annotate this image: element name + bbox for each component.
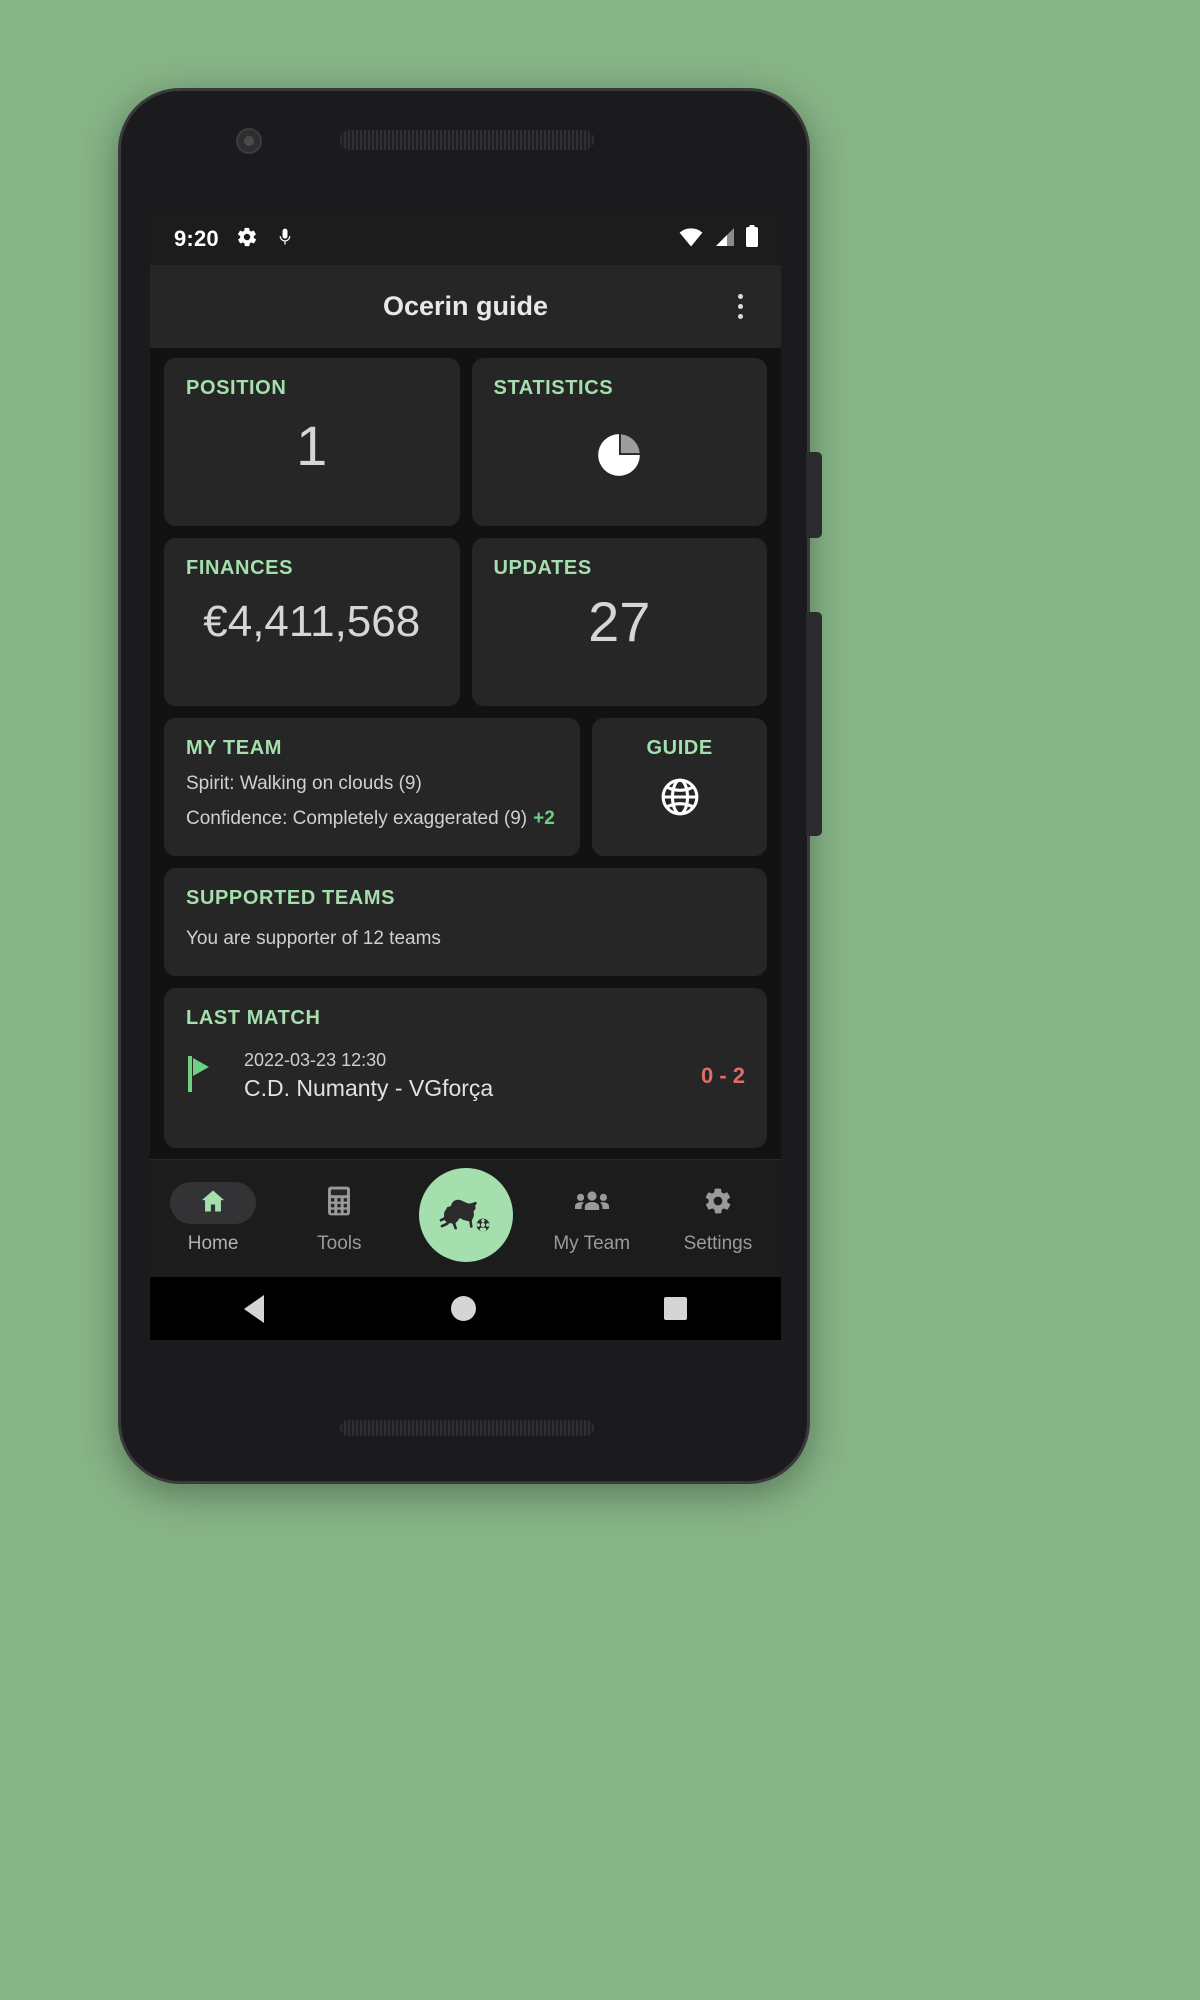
last-match-score: 0 - 2 — [700, 1063, 745, 1088]
power-button[interactable] — [806, 612, 822, 836]
nav-item-tools[interactable]: Tools — [276, 1182, 402, 1255]
status-bar: 9:20 — [150, 213, 781, 265]
bottom-navigation-bar: Home Tools My Team Settings — [150, 1159, 781, 1277]
team-confidence-line: Confidence: Completely exaggerated (9) +2 — [186, 808, 558, 830]
card-updates[interactable]: UPDATES 27 — [471, 538, 767, 706]
more-vertical-icon[interactable] — [723, 290, 757, 324]
status-bar-clock: 9:20 — [174, 226, 219, 251]
last-match-date: 2022-03-23 12:30 — [244, 1050, 387, 1070]
pie-chart-icon — [494, 406, 746, 504]
globe-icon — [658, 760, 702, 834]
card-finances[interactable]: FINANCES €4,411,568 — [164, 538, 460, 706]
confidence-delta-badge: +2 — [533, 808, 555, 829]
status-bar-right — [679, 225, 759, 253]
card-my-team-title: MY TEAM — [186, 737, 283, 759]
dashboard-content: POSITION 1 STATISTICS FINANCES €4,411,56… — [150, 348, 781, 1278]
nav-item-fab[interactable] — [402, 1167, 528, 1270]
card-last-match[interactable]: LAST MATCH 2022-03-23 12:30 C.D. Numanty… — [164, 988, 767, 1148]
wifi-icon — [679, 227, 703, 252]
nav-tools-pill — [296, 1182, 382, 1224]
dashboard-row-2: FINANCES €4,411,568 UPDATES 27 — [164, 538, 767, 706]
page-title: Ocerin guide — [382, 291, 549, 321]
status-bar-left: 9:20 — [174, 226, 295, 253]
bottom-speaker — [340, 1420, 594, 1436]
card-updates-title: UPDATES — [493, 557, 592, 579]
card-position-value: 1 — [296, 414, 328, 477]
panther-with-ball-icon[interactable] — [418, 1167, 513, 1262]
card-supported-teams[interactable]: SUPPORTED TEAMS You are supporter of 12 … — [164, 868, 767, 976]
card-finances-title: FINANCES — [186, 557, 294, 579]
card-finances-value: €4,411,568 — [203, 597, 421, 646]
overflow-dot — [737, 304, 743, 309]
card-position-title: POSITION — [186, 377, 287, 399]
back-triangle-icon[interactable] — [243, 1294, 264, 1323]
card-supported-teams-title: SUPPORTED TEAMS — [186, 887, 396, 909]
gear-icon — [236, 226, 258, 253]
nav-my-team-pill — [549, 1182, 635, 1224]
dashboard-row-4: SUPPORTED TEAMS You are supporter of 12 … — [164, 868, 767, 976]
nav-item-tools-label: Tools — [317, 1233, 362, 1254]
last-match-row[interactable]: 2022-03-23 12:30 C.D. Numanty - VGforça … — [186, 1050, 745, 1102]
card-guide[interactable]: GUIDE — [592, 718, 767, 856]
flag-icon — [186, 1052, 216, 1101]
nav-item-home-label: Home — [187, 1233, 239, 1254]
earpiece-speaker — [340, 130, 594, 150]
cellular-signal-icon — [713, 227, 735, 252]
card-my-team[interactable]: MY TEAM Spirit: Walking on clouds (9) Co… — [164, 718, 581, 856]
app-bar: Ocerin guide — [150, 265, 781, 348]
home-circle-icon[interactable] — [451, 1296, 477, 1321]
last-match-teams: C.D. Numanty - VGforça — [244, 1075, 494, 1101]
nav-settings-pill — [675, 1182, 761, 1224]
card-updates-value: 27 — [588, 590, 651, 653]
front-camera-icon — [236, 128, 262, 154]
recents-square-icon[interactable] — [664, 1297, 688, 1320]
dashboard-row-5: LAST MATCH 2022-03-23 12:30 C.D. Numanty… — [164, 988, 767, 1148]
card-last-match-title: LAST MATCH — [186, 1007, 321, 1029]
calculator-icon — [326, 1186, 352, 1221]
android-system-nav — [150, 1277, 781, 1340]
team-spirit-text: Spirit: Walking on clouds (9) — [186, 773, 422, 794]
nav-item-my-team[interactable]: My Team — [529, 1182, 655, 1255]
card-guide-title: GUIDE — [646, 737, 713, 759]
supported-teams-text: You are supporter of 12 teams — [186, 928, 441, 949]
nav-item-my-team-label: My Team — [553, 1233, 631, 1254]
card-statistics[interactable]: STATISTICS — [471, 358, 767, 526]
battery-icon — [745, 225, 759, 253]
volume-button[interactable] — [806, 452, 822, 538]
nav-item-settings-label: Settings — [683, 1233, 753, 1254]
gear-icon — [703, 1186, 733, 1221]
card-statistics-title: STATISTICS — [493, 377, 614, 399]
phone-screen: 9:20 Ocerin guide POSITION 1 STATISTICS … — [150, 213, 781, 1340]
home-icon — [199, 1187, 227, 1220]
people-icon — [574, 1188, 609, 1219]
overflow-dot — [737, 294, 743, 299]
nav-home-pill — [170, 1182, 257, 1224]
microphone-icon — [275, 226, 295, 253]
last-match-info: 2022-03-23 12:30 C.D. Numanty - VGforça — [244, 1050, 673, 1102]
team-confidence-text: Confidence: Completely exaggerated (9) — [186, 808, 528, 829]
nav-item-settings[interactable]: Settings — [655, 1182, 781, 1255]
dashboard-row-3: MY TEAM Spirit: Walking on clouds (9) Co… — [164, 718, 767, 856]
card-position[interactable]: POSITION 1 — [164, 358, 460, 526]
dashboard-row-1: POSITION 1 STATISTICS — [164, 358, 767, 526]
team-spirit-line: Spirit: Walking on clouds (9) — [186, 773, 558, 795]
overflow-dot — [737, 314, 743, 319]
nav-item-home[interactable]: Home — [150, 1182, 276, 1255]
